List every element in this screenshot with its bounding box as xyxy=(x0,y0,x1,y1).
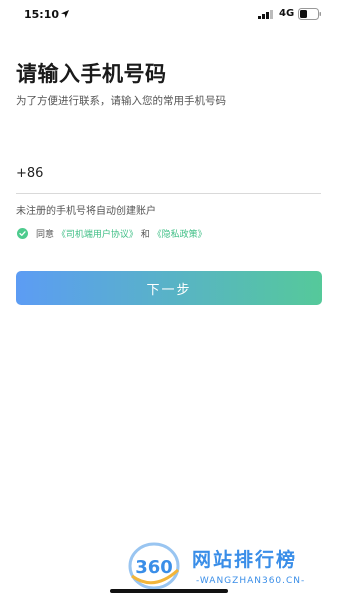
driver-user-agreement-link[interactable]: 《司机端用户协议》 xyxy=(57,230,138,240)
checkmark-icon xyxy=(19,231,26,236)
page-title: 请输入手机号码 xyxy=(16,62,167,86)
watermark-logo-text: 360 xyxy=(135,557,173,578)
page-subtitle: 为了方便进行联系，请输入您的常用手机号码 xyxy=(16,95,226,107)
agreement-text: 同意 《司机端用户协议》 和 《隐私政策》 xyxy=(36,227,207,240)
watermark-title: 网站排行榜 xyxy=(192,549,298,571)
input-underline xyxy=(16,193,321,194)
agreement-prefix: 同意 xyxy=(36,230,55,240)
signal-bars-icon xyxy=(258,10,273,19)
agreement-conjunction: 和 xyxy=(140,230,150,240)
privacy-policy-link[interactable]: 《隐私政策》 xyxy=(153,230,207,240)
home-indicator[interactable] xyxy=(110,589,228,593)
watermark-360-logo: 360 xyxy=(128,542,180,590)
auto-register-hint: 未注册的手机号将自动创建账户 xyxy=(16,206,156,217)
phone-number-input[interactable] xyxy=(50,160,320,188)
battery-icon xyxy=(298,8,321,20)
status-time: 15:10 xyxy=(24,8,60,21)
next-step-button[interactable]: 下一步 xyxy=(16,271,322,305)
agreement-checkbox[interactable] xyxy=(17,228,28,239)
login-phone-screen: 15:10 4G 请输入手机号码 为了方便进行联系，请输入您的常用手机号码 +8… xyxy=(0,0,338,600)
watermark-url: -WANGZHAN360.CN- xyxy=(196,576,306,586)
country-code-prefix[interactable]: +86 xyxy=(16,166,43,181)
location-arrow-icon xyxy=(61,10,69,18)
network-type-label: 4G xyxy=(279,8,295,19)
status-bar: 15:10 4G xyxy=(0,0,338,30)
